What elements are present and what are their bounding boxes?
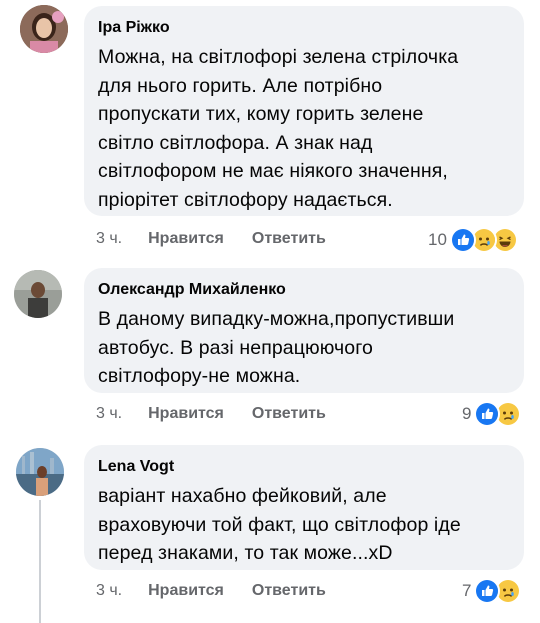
comment-text: Можна, на світлофорі зелена стрілочка дл… (98, 46, 459, 211)
reaction-summary[interactable]: 10 (428, 227, 518, 253)
reaction-count: 9 (462, 404, 472, 423)
comment-bubble: Олександр Михайленко В даному випадку-мо… (84, 268, 524, 393)
like-button[interactable]: Нравится (148, 230, 224, 248)
avatar[interactable] (14, 270, 62, 318)
reply-button[interactable]: Ответить (252, 405, 326, 423)
reply-button[interactable]: Ответить (252, 582, 326, 600)
comment-actions: 3 ч. Нравится Ответить (96, 582, 354, 600)
like-icon (474, 401, 501, 427)
comment-time[interactable]: 3 ч. (96, 405, 122, 423)
comment-actions: 3 ч. Нравится Ответить (96, 405, 354, 423)
like-icon (474, 578, 501, 604)
avatar[interactable] (16, 448, 64, 496)
reaction-count: 7 (462, 581, 472, 600)
comment-bubble: Lena Vogt варіант нахабно фейковий, але … (84, 445, 524, 570)
comment-author[interactable]: Lena Vogt (98, 457, 510, 476)
comment-time[interactable]: 3 ч. (96, 230, 122, 248)
comment-bubble: Іра Ріжко Можна, на світлофорі зелена ст… (84, 6, 524, 216)
like-icon (449, 227, 476, 253)
like-button[interactable]: Нравится (148, 582, 224, 600)
reaction-count: 10 (428, 230, 447, 249)
comment-author[interactable]: Олександр Михайленко (98, 280, 510, 299)
avatar[interactable] (20, 5, 68, 53)
reaction-summary[interactable]: 9 (462, 401, 522, 427)
reaction-summary[interactable]: 7 (462, 578, 522, 604)
comment-actions: 3 ч. Нравится Ответить (96, 230, 354, 248)
comment-time[interactable]: 3 ч. (96, 582, 122, 600)
reply-button[interactable]: Ответить (252, 230, 326, 248)
thread-line (39, 500, 41, 623)
comment-author[interactable]: Іра Ріжко (98, 18, 510, 37)
comment-text: В даному випадку-можна,пропустивши автоб… (98, 308, 455, 387)
like-button[interactable]: Нравится (148, 405, 224, 423)
comment-text: варіант нахабно фейковий, але враховуючи… (98, 485, 461, 564)
